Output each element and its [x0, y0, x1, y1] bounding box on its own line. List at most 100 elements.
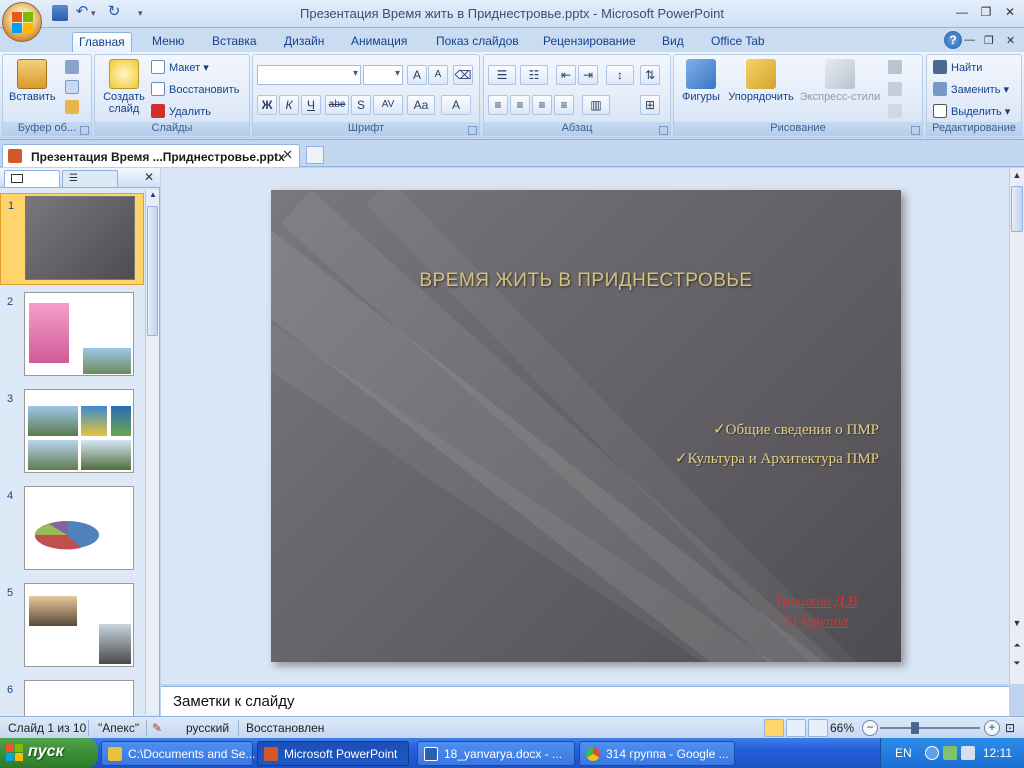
font-name-combo[interactable] [257, 65, 361, 85]
tab-menu[interactable]: Меню [146, 32, 190, 52]
zoom-in-button[interactable]: + [984, 720, 1000, 736]
tab-view[interactable]: Вид [656, 32, 690, 52]
current-slide[interactable]: ВРЕМЯ ЖИТЬ В ПРИДНЕСТРОВЬЕ ✓Общие сведен… [271, 190, 901, 662]
font-launcher-icon[interactable] [468, 126, 477, 135]
align-right-button[interactable]: ≡ [532, 95, 552, 115]
clear-format-button[interactable]: ⌫ [453, 65, 473, 85]
spellcheck-icon[interactable]: ✎ [152, 721, 162, 735]
notes-placeholder[interactable]: Заметки к слайду [173, 693, 295, 710]
bullet-item[interactable]: ✓Общие сведения о ПМР [713, 420, 879, 439]
ribbon-close-icon[interactable]: ✕ [1006, 34, 1015, 47]
next-slide-icon[interactable]: ⏷ [1011, 658, 1023, 670]
shape-outline-button[interactable] [888, 81, 906, 99]
ribbon-restore-icon[interactable]: ❐ [984, 34, 994, 47]
columns-button[interactable]: ▥ [582, 95, 610, 115]
scroll-up-icon[interactable]: ▲ [147, 190, 159, 204]
task-powerpoint[interactable]: Microsoft PowerPoint [257, 741, 409, 766]
tab-animation[interactable]: Анимация [345, 32, 413, 52]
start-button[interactable]: пуск [0, 738, 98, 768]
minimize-button[interactable]: — [950, 4, 974, 22]
copy-button[interactable] [65, 79, 83, 97]
language-indicator[interactable]: русский [186, 721, 229, 735]
arrange-button[interactable]: Упорядочить [724, 59, 798, 103]
tray-app-icon[interactable] [961, 746, 975, 760]
underline-button[interactable]: Ч [301, 95, 321, 115]
new-tab-icon[interactable] [306, 146, 324, 164]
slide-vertical-scrollbar[interactable]: ▲ ▼ ⏶ ⏷ [1009, 168, 1024, 684]
previous-slide-icon[interactable]: ⏶ [1011, 640, 1023, 652]
zoom-out-button[interactable]: − [862, 720, 878, 736]
bold-button[interactable]: Ж [257, 95, 277, 115]
scroll-thumb[interactable] [147, 206, 158, 336]
zoom-slider-thumb[interactable] [911, 722, 919, 734]
reset-button[interactable]: Восстановить [151, 81, 239, 99]
align-center-button[interactable]: ≡ [510, 95, 530, 115]
tab-home[interactable]: Главная [72, 32, 132, 52]
bullet-item[interactable]: ✓Культура и Архитектура ПМР [675, 449, 879, 468]
line-spacing-button[interactable]: ↕ [606, 65, 634, 85]
author-group[interactable]: 314группа [741, 614, 891, 631]
task-chrome[interactable]: 314 группа - Google ... [579, 741, 735, 766]
select-button[interactable]: Выделить ▾ [933, 103, 1010, 121]
slide-title[interactable]: ВРЕМЯ ЖИТЬ В ПРИДНЕСТРОВЬЕ [271, 270, 901, 292]
tab-slideshow[interactable]: Показ слайдов [430, 32, 525, 52]
font-color-button[interactable]: A [441, 95, 471, 115]
delete-slide-button[interactable]: Удалить [151, 103, 211, 121]
close-button[interactable]: ✕ [998, 4, 1022, 22]
smartart-button[interactable]: ⊞ [640, 95, 660, 115]
quick-styles-button[interactable]: Экспресс-стили [798, 59, 882, 103]
tab-slides-view[interactable] [4, 170, 60, 187]
scroll-down-icon[interactable]: ▼ [1011, 618, 1023, 630]
slide-thumbnail-5[interactable]: 5 [0, 581, 144, 673]
decrease-indent-button[interactable]: ⇤ [556, 65, 576, 85]
slide-sorter-view-button[interactable] [786, 719, 806, 737]
shapes-button[interactable]: Фигуры [678, 59, 724, 103]
clock[interactable]: 12:11 [983, 746, 1012, 760]
notes-pane[interactable]: Заметки к слайду [161, 686, 1009, 716]
increase-indent-button[interactable]: ⇥ [578, 65, 598, 85]
new-slide-button[interactable]: Создать слайд [99, 59, 149, 115]
task-word[interactable]: 18_yanvarya.docx - ... [417, 741, 575, 766]
slide-thumbnail-3[interactable]: 3 [0, 387, 144, 479]
tab-design[interactable]: Дизайн [278, 32, 330, 52]
cut-button[interactable] [65, 59, 83, 77]
document-tab[interactable]: Презентация Время ...Приднестровье.pptx … [2, 144, 300, 167]
shadow-button[interactable]: S [351, 95, 371, 115]
zoom-percent[interactable]: 66% [830, 721, 854, 735]
back-arrow-icon[interactable] [925, 746, 939, 760]
scroll-up-icon[interactable]: ▲ [1011, 170, 1023, 182]
justify-button[interactable]: ≡ [554, 95, 574, 115]
align-left-button[interactable]: ≡ [488, 95, 508, 115]
restore-button[interactable]: ❐ [974, 4, 998, 22]
layout-button[interactable]: Макет ▾ [151, 59, 209, 77]
font-size-combo[interactable] [363, 65, 403, 85]
find-button[interactable]: Найти [933, 59, 982, 77]
numbering-button[interactable]: ☷ [520, 65, 548, 85]
thumbnail-pane-close-button[interactable]: ✕ [144, 170, 154, 184]
replace-button[interactable]: Заменить ▾ [933, 81, 1009, 99]
italic-button[interactable]: К [279, 95, 299, 115]
document-tab-close-button[interactable]: ✕ [282, 147, 293, 163]
slide-thumbnail-4[interactable]: 4 [0, 484, 144, 576]
normal-view-button[interactable] [764, 719, 784, 737]
slideshow-view-button[interactable] [808, 719, 828, 737]
keyboard-language[interactable]: EN [895, 746, 912, 760]
zoom-slider[interactable] [880, 727, 980, 729]
author-name[interactable]: Трошкин Д.В [741, 594, 891, 611]
shape-fill-button[interactable] [888, 59, 906, 77]
grow-font-button[interactable]: A [407, 65, 427, 85]
slide-thumbnail-1[interactable]: 1 [0, 193, 144, 285]
char-spacing-button[interactable]: AV [373, 95, 403, 115]
task-explorer[interactable]: C:\Documents and Se... [101, 741, 255, 766]
scroll-thumb[interactable] [1011, 186, 1023, 232]
bullets-button[interactable]: ☰ [488, 65, 516, 85]
text-direction-button[interactable]: ⇅ [640, 65, 660, 85]
format-painter-button[interactable] [65, 99, 83, 117]
fit-to-window-icon[interactable]: ⊡ [1005, 721, 1015, 735]
ribbon-minimize-icon[interactable]: — [964, 34, 975, 46]
tab-review[interactable]: Рецензирование [537, 32, 642, 52]
shrink-font-button[interactable]: A [428, 65, 448, 85]
slide-thumbnail-6[interactable]: 6 [0, 678, 144, 716]
paragraph-launcher-icon[interactable] [659, 126, 668, 135]
tab-outline-view[interactable]: ☰ [62, 170, 118, 187]
